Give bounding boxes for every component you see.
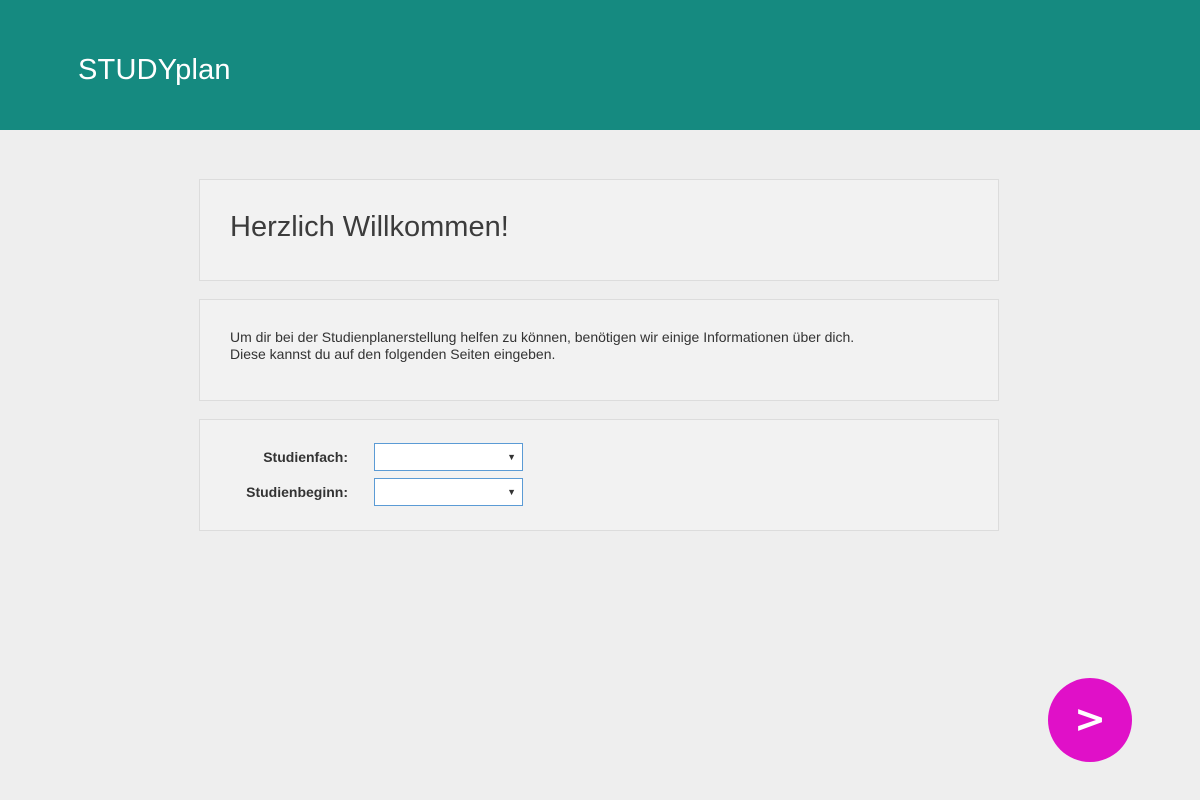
- welcome-heading: Herzlich Willkommen!: [230, 211, 509, 243]
- studienfach-row: Studienfach: ▼: [200, 443, 998, 471]
- triangle-down-icon: ▼: [507, 487, 516, 497]
- next-button[interactable]: >: [1048, 678, 1132, 762]
- studienbeginn-label: Studienbeginn:: [246, 484, 348, 500]
- info-text: Um dir bei der Studienplanerstellung hel…: [230, 329, 854, 363]
- studienbeginn-select[interactable]: ▼: [374, 478, 523, 506]
- welcome-panel: Herzlich Willkommen!: [199, 179, 999, 281]
- app-title: STUDYplan: [78, 54, 231, 86]
- studienfach-label: Studienfach:: [263, 449, 348, 465]
- form-panel: Studienfach: ▼ Studienbeginn: ▼: [199, 419, 999, 531]
- app-header: STUDYplan: [0, 0, 1200, 130]
- info-panel: Um dir bei der Studienplanerstellung hel…: [199, 299, 999, 401]
- chevron-right-icon: >: [1074, 697, 1106, 741]
- triangle-down-icon: ▼: [507, 452, 516, 462]
- studienfach-select[interactable]: ▼: [374, 443, 523, 471]
- info-line-2: Diese kannst du auf den folgenden Seiten…: [230, 346, 556, 362]
- studienbeginn-row: Studienbeginn: ▼: [200, 478, 998, 506]
- info-line-1: Um dir bei der Studienplanerstellung hel…: [230, 329, 855, 345]
